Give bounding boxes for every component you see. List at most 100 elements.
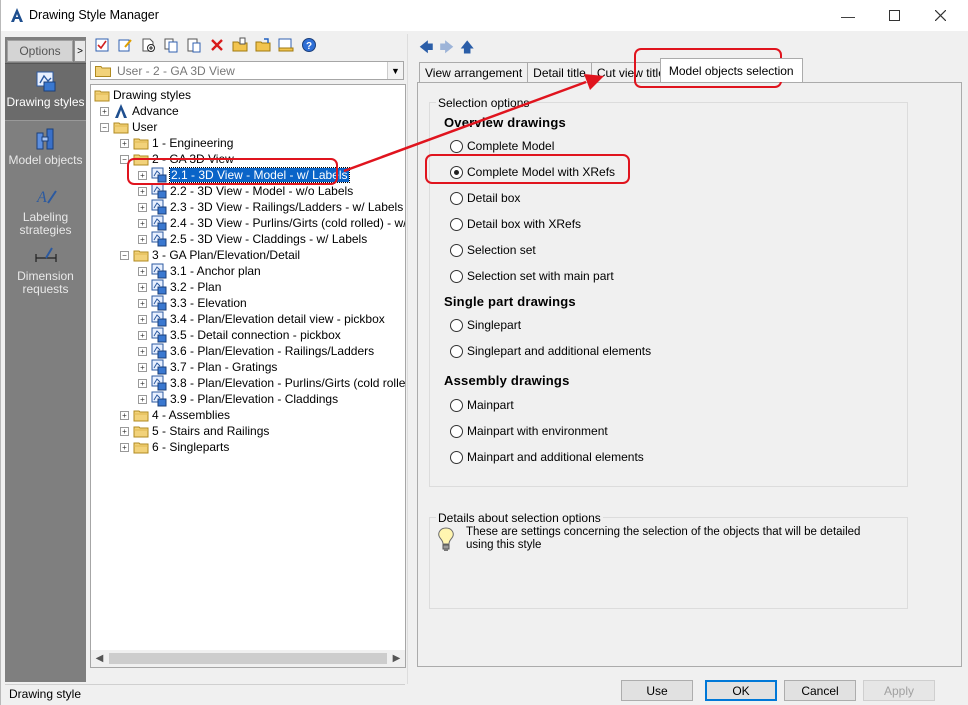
drawing-style-icon	[151, 391, 167, 407]
expand-icon[interactable]: +	[100, 106, 109, 116]
tree-horizontal-scrollbar[interactable]: ◀ ▶	[91, 650, 405, 667]
expand-icon[interactable]: +	[120, 138, 129, 148]
expand-icon[interactable]: +	[138, 314, 147, 324]
radio-mainpart[interactable]: Mainpart	[450, 398, 514, 412]
radio-detail-box-xrefs[interactable]: Detail box with XRefs	[450, 217, 581, 231]
use-button[interactable]: Use	[621, 680, 693, 701]
tab-detail-title[interactable]: Detail title	[527, 62, 592, 82]
help-button[interactable]: ?	[297, 34, 320, 56]
expand-icon[interactable]: +	[138, 346, 147, 356]
details-text: These are settings concerning the select…	[466, 526, 861, 551]
radio-mainpart-additional[interactable]: Mainpart and additional elements	[450, 450, 644, 464]
import-button[interactable]	[274, 34, 297, 56]
radio-selection-set[interactable]: Selection set	[450, 243, 536, 257]
expand-icon[interactable]: +	[138, 362, 147, 372]
tree-folder-node[interactable]: − 3 - GA Plan/Elevation/Detail	[120, 247, 300, 263]
forward-arrow-icon[interactable]: 🡆	[439, 37, 453, 61]
expand-icon[interactable]: +	[138, 378, 147, 388]
tree-style-node[interactable]: +3.7 - Plan - Gratings	[138, 359, 277, 375]
back-arrow-icon[interactable]: 🡄	[419, 37, 433, 61]
tree-folder-node[interactable]: − 2 - GA 3D View	[120, 151, 234, 167]
sidebar-item-label: Drawing styles	[6, 95, 85, 109]
tree-style-node[interactable]: +3.1 - Anchor plan	[138, 263, 261, 279]
panel-splitter[interactable]	[407, 34, 413, 684]
up-arrow-icon[interactable]: 🡅	[460, 37, 474, 61]
expand-icon[interactable]: +	[138, 202, 147, 212]
tree-style-node[interactable]: +3.4 - Plan/Elevation detail view - pick…	[138, 311, 385, 327]
tree-style-node[interactable]: +2.1 - 3D View - Model - w/ Labels	[138, 167, 350, 183]
tab-view-arrangement[interactable]: View arrangement	[419, 62, 529, 82]
sidebar-item-drawing-styles[interactable]: Drawing styles	[5, 63, 86, 121]
cancel-button[interactable]: Cancel	[784, 680, 856, 701]
edit-button[interactable]	[113, 34, 136, 56]
scroll-left-icon[interactable]: ◀	[91, 650, 108, 667]
tree-folder-node[interactable]: Drawing styles	[94, 87, 191, 103]
tree-style-node[interactable]: +3.6 - Plan/Elevation - Railings/Ladders	[138, 343, 374, 359]
tree-style-node[interactable]: + Advance	[100, 103, 179, 119]
radio-singlepart[interactable]: Singlepart	[450, 318, 521, 332]
expand-icon[interactable]: +	[138, 170, 147, 180]
radio-detail-box[interactable]: Detail box	[450, 191, 520, 205]
ok-button[interactable]: OK	[705, 680, 777, 701]
expand-icon[interactable]: +	[138, 394, 147, 404]
expand-icon[interactable]: +	[138, 330, 147, 340]
scroll-right-icon[interactable]: ▶	[388, 650, 405, 667]
expand-icon[interactable]: +	[120, 410, 129, 420]
tree-folder-node[interactable]: − User	[100, 119, 157, 135]
tree-folder-node[interactable]: +5 - Stairs and Railings	[120, 423, 269, 439]
tree-style-node[interactable]: +2.2 - 3D View - Model - w/o Labels	[138, 183, 353, 199]
scrollbar-thumb[interactable]	[109, 653, 387, 664]
radio-label: Singlepart	[467, 318, 522, 332]
expand-icon[interactable]: +	[138, 186, 147, 196]
collapse-icon[interactable]: −	[120, 250, 129, 260]
radio-mainpart-environment[interactable]: Mainpart with environment	[450, 424, 608, 438]
tree-folder-node[interactable]: +4 - Assemblies	[120, 407, 230, 423]
maximize-button[interactable]	[871, 0, 917, 31]
tab-model-objects-selection[interactable]: Model objects selection	[659, 58, 803, 82]
options-button[interactable]: Options	[7, 40, 73, 62]
radio-complete-model-xrefs[interactable]: Complete Model with XRefs	[450, 165, 615, 179]
new-button[interactable]	[136, 34, 159, 56]
collapse-icon[interactable]: −	[100, 122, 109, 132]
tree-style-node[interactable]: +3.2 - Plan	[138, 279, 221, 295]
tree-node-label: Drawing styles	[113, 88, 192, 102]
expand-icon[interactable]: +	[138, 298, 147, 308]
radio-complete-model[interactable]: Complete Model	[450, 139, 554, 153]
options-expand-button[interactable]: >	[74, 40, 86, 62]
copy-button[interactable]	[159, 34, 182, 56]
tree-folder-node[interactable]: +1 - Engineering	[120, 135, 233, 151]
expand-icon[interactable]: +	[138, 218, 147, 228]
radio-selection-set-main-part[interactable]: Selection set with main part	[450, 269, 614, 283]
folder-open-button[interactable]	[228, 34, 251, 56]
checklist-icon	[95, 38, 108, 52]
radio-singlepart-additional[interactable]: Singlepart and additional elements	[450, 344, 651, 358]
tab-cut-view-title[interactable]: Cut view title	[590, 62, 661, 82]
minimize-button[interactable]: —	[825, 0, 871, 31]
tree-style-node[interactable]: +3.9 - Plan/Elevation - Claddings	[138, 391, 338, 407]
style-combo[interactable]: User - 2 - GA 3D View ▼	[90, 61, 404, 80]
checklist-button[interactable]	[90, 34, 113, 56]
expand-icon[interactable]: +	[138, 234, 147, 244]
folder-export-button[interactable]	[251, 34, 274, 56]
expand-icon[interactable]: +	[120, 426, 129, 436]
expand-icon[interactable]: +	[138, 282, 147, 292]
tree-folder-node[interactable]: +6 - Singleparts	[120, 439, 229, 455]
delete-button[interactable]	[205, 34, 228, 56]
close-icon	[934, 10, 946, 21]
tree-style-node[interactable]: +2.3 - 3D View - Railings/Ladders - w/ L…	[138, 199, 403, 215]
close-button[interactable]	[917, 0, 963, 31]
apply-button[interactable]: Apply	[863, 680, 935, 701]
sidebar-item-labeling-strategies[interactable]: A Labeling strategies	[5, 183, 86, 239]
chevron-down-icon[interactable]: ▼	[387, 62, 403, 79]
expand-icon[interactable]: +	[120, 442, 129, 452]
tree-style-node[interactable]: +3.3 - Elevation	[138, 295, 247, 311]
collapse-icon[interactable]: −	[120, 154, 129, 164]
tree-style-node[interactable]: +2.4 - 3D View - Purlins/Girts (cold rol…	[138, 215, 405, 231]
tree-style-node[interactable]: +3.5 - Detail connection - pickbox	[138, 327, 341, 343]
tree-style-node[interactable]: +2.5 - 3D View - Claddings - w/ Labels	[138, 231, 367, 247]
tree-style-node[interactable]: +3.8 - Plan/Elevation - Purlins/Girts (c…	[138, 375, 405, 391]
sidebar-item-model-objects[interactable]: Model objects	[5, 125, 86, 175]
sidebar-item-dimension-requests[interactable]: Dimension requests	[5, 242, 86, 298]
paste-button[interactable]	[182, 34, 205, 56]
expand-icon[interactable]: +	[138, 266, 147, 276]
